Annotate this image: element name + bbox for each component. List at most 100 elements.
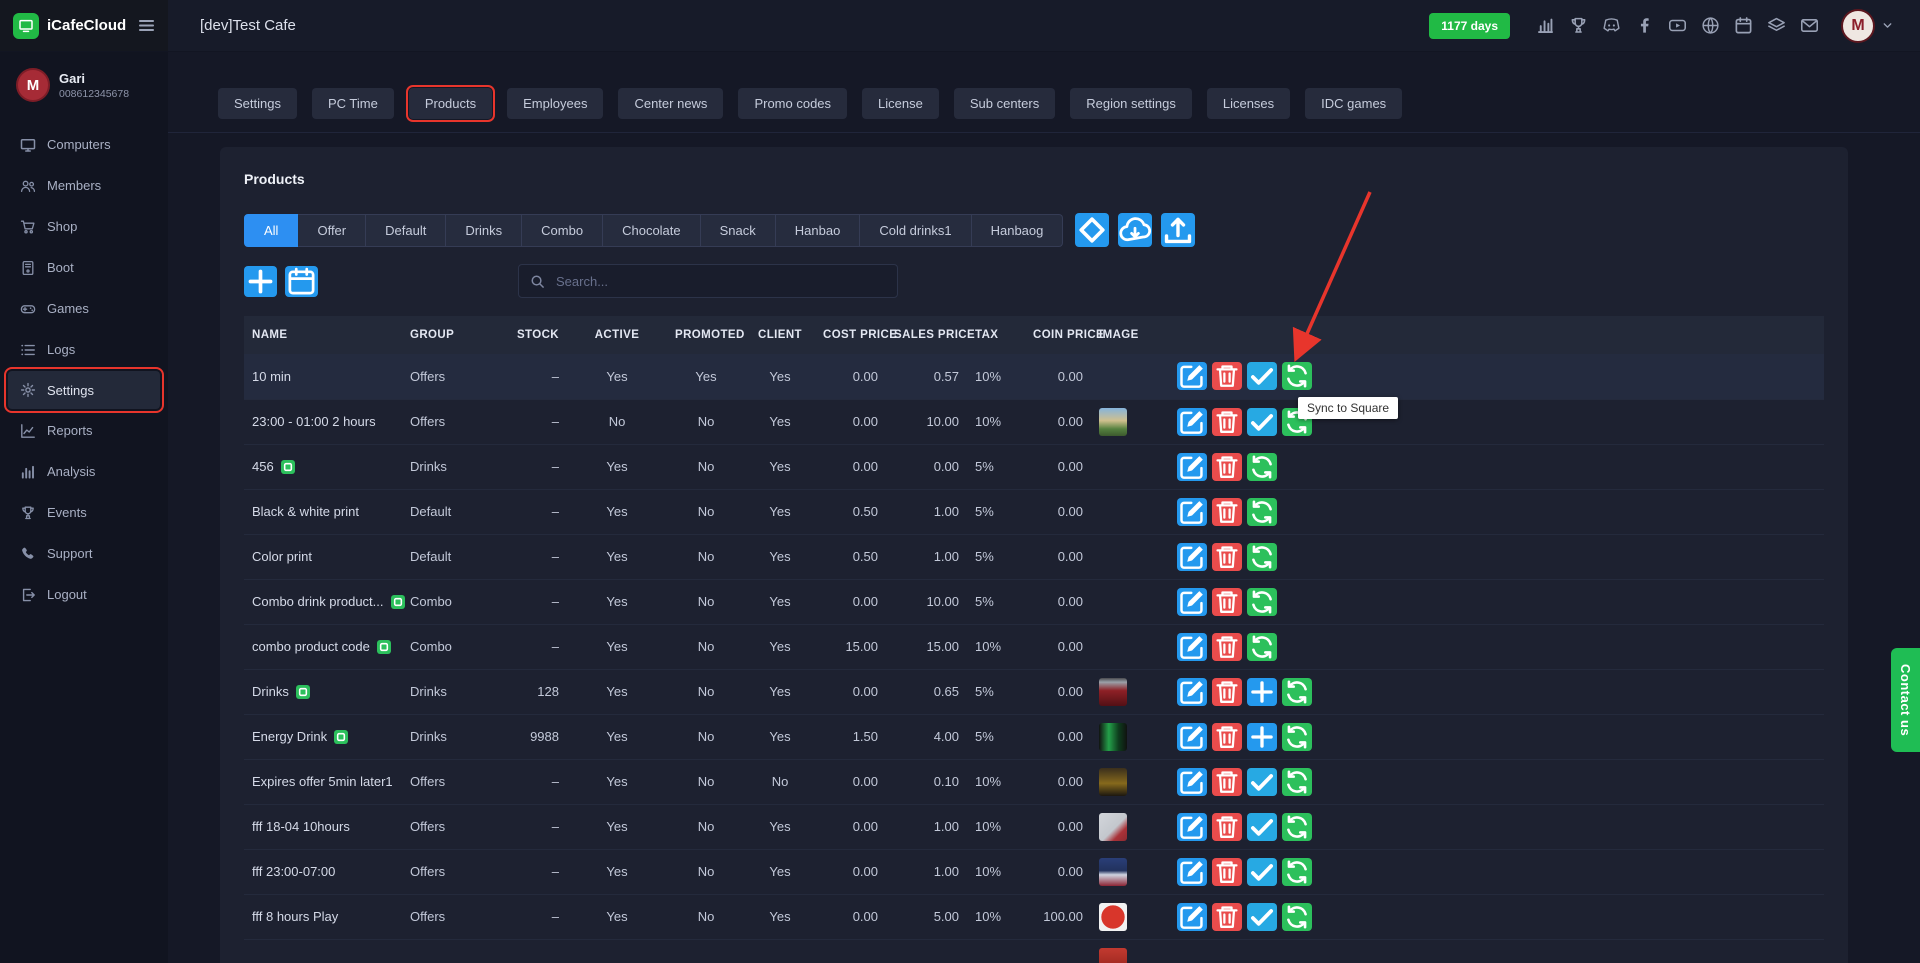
delete-button[interactable] — [1212, 453, 1242, 481]
tab-settings[interactable]: Settings — [218, 88, 297, 119]
edit-button[interactable] — [1177, 678, 1207, 706]
date-filter-button[interactable] — [285, 266, 318, 297]
filter-cold-drinks1[interactable]: Cold drinks1 — [860, 214, 971, 247]
edit-button[interactable] — [1177, 408, 1207, 436]
sync-button[interactable] — [1247, 453, 1277, 481]
chevron-down-icon[interactable] — [1881, 19, 1894, 32]
tab-licenses[interactable]: Licenses — [1207, 88, 1290, 119]
square-sync-button[interactable] — [1075, 213, 1109, 247]
days-badge[interactable]: 1177 days — [1429, 13, 1510, 39]
sidebar-item-reports[interactable]: Reports — [0, 410, 168, 451]
check-button[interactable] — [1247, 858, 1277, 886]
discord-icon[interactable] — [1602, 16, 1621, 35]
tab-employees[interactable]: Employees — [507, 88, 603, 119]
sync-button[interactable] — [1282, 362, 1312, 390]
delete-button[interactable] — [1212, 858, 1242, 886]
sync-button[interactable] — [1282, 903, 1312, 931]
sidebar-item-boot[interactable]: Boot — [0, 247, 168, 288]
tab-pc-time[interactable]: PC Time — [312, 88, 394, 119]
sync-button[interactable] — [1247, 588, 1277, 616]
facebook-icon[interactable] — [1635, 16, 1654, 35]
tab-products[interactable]: Products — [409, 88, 492, 119]
edit-button[interactable] — [1177, 543, 1207, 571]
delete-button[interactable] — [1212, 678, 1242, 706]
check-button[interactable] — [1247, 362, 1277, 390]
sync-button[interactable] — [1282, 723, 1312, 751]
tab-license[interactable]: License — [862, 88, 939, 119]
youtube-icon[interactable] — [1668, 16, 1687, 35]
filter-drinks[interactable]: Drinks — [446, 214, 522, 247]
edit-button[interactable] — [1177, 633, 1207, 661]
sidebar-item-support[interactable]: Support — [0, 533, 168, 574]
check-button[interactable] — [1247, 813, 1277, 841]
check-button[interactable] — [1247, 768, 1277, 796]
edit-button[interactable] — [1177, 723, 1207, 751]
filter-default[interactable]: Default — [366, 214, 446, 247]
sync-button[interactable] — [1247, 498, 1277, 526]
trophy-icon[interactable] — [1569, 16, 1588, 35]
filter-all[interactable]: All — [244, 214, 298, 247]
filter-offer[interactable]: Offer — [298, 214, 366, 247]
edit-button[interactable] — [1177, 498, 1207, 526]
check-button[interactable] — [1247, 903, 1277, 931]
sync-button[interactable] — [1247, 633, 1277, 661]
search-input[interactable] — [554, 273, 886, 290]
add-product-button[interactable] — [244, 266, 277, 297]
sidebar-item-logs[interactable]: Logs — [0, 329, 168, 370]
delete-button[interactable] — [1212, 588, 1242, 616]
sidebar-avatar[interactable]: M — [16, 68, 50, 102]
sync-button[interactable] — [1282, 768, 1312, 796]
stats-icon[interactable] — [1536, 16, 1555, 35]
edit-button[interactable] — [1177, 453, 1207, 481]
cloud-import-button[interactable] — [1118, 213, 1152, 247]
tab-idc-games[interactable]: IDC games — [1305, 88, 1402, 119]
filter-chocolate[interactable]: Chocolate — [603, 214, 701, 247]
plus-button[interactable] — [1247, 678, 1277, 706]
delete-button[interactable] — [1212, 362, 1242, 390]
user-avatar[interactable]: M — [1841, 9, 1875, 43]
contact-us-button[interactable]: Contact us — [1891, 648, 1920, 752]
sync-button[interactable] — [1282, 678, 1312, 706]
tab-region-settings[interactable]: Region settings — [1070, 88, 1192, 119]
plus-button[interactable] — [1247, 723, 1277, 751]
sidebar-item-shop[interactable]: Shop — [0, 206, 168, 247]
edit-button[interactable] — [1177, 768, 1207, 796]
calendar-icon[interactable] — [1734, 16, 1753, 35]
filter-hanbao[interactable]: Hanbao — [776, 214, 861, 247]
sidebar-item-settings[interactable]: Settings — [8, 371, 160, 409]
delete-button[interactable] — [1212, 543, 1242, 571]
check-button[interactable] — [1247, 408, 1277, 436]
edit-button[interactable] — [1177, 588, 1207, 616]
sidebar-item-games[interactable]: Games — [0, 288, 168, 329]
sidebar-item-events[interactable]: Events — [0, 492, 168, 533]
hamburger-menu-icon[interactable] — [137, 16, 156, 35]
layers-icon[interactable] — [1767, 16, 1786, 35]
filter-snack[interactable]: Snack — [701, 214, 776, 247]
sidebar-item-analysis[interactable]: Analysis — [0, 451, 168, 492]
delete-button[interactable] — [1212, 633, 1242, 661]
mail-icon[interactable] — [1800, 16, 1819, 35]
delete-button[interactable] — [1212, 723, 1242, 751]
sync-button[interactable] — [1247, 543, 1277, 571]
delete-button[interactable] — [1212, 408, 1242, 436]
delete-button[interactable] — [1212, 768, 1242, 796]
edit-button[interactable] — [1177, 858, 1207, 886]
filter-combo[interactable]: Combo — [522, 214, 603, 247]
upload-button[interactable] — [1161, 213, 1195, 247]
globe-icon[interactable] — [1701, 16, 1720, 35]
filter-hanbaog[interactable]: Hanbaog — [972, 214, 1064, 247]
delete-button[interactable] — [1212, 813, 1242, 841]
edit-button[interactable] — [1177, 362, 1207, 390]
sync-button[interactable] — [1282, 813, 1312, 841]
edit-button[interactable] — [1177, 903, 1207, 931]
sidebar-item-computers[interactable]: Computers — [0, 124, 168, 165]
edit-button[interactable] — [1177, 813, 1207, 841]
sidebar-item-logout[interactable]: Logout — [0, 574, 168, 615]
sidebar-item-members[interactable]: Members — [0, 165, 168, 206]
sync-button[interactable] — [1282, 858, 1312, 886]
delete-button[interactable] — [1212, 498, 1242, 526]
delete-button[interactable] — [1212, 903, 1242, 931]
tab-sub-centers[interactable]: Sub centers — [954, 88, 1055, 119]
tab-center-news[interactable]: Center news — [618, 88, 723, 119]
tab-promo-codes[interactable]: Promo codes — [738, 88, 847, 119]
